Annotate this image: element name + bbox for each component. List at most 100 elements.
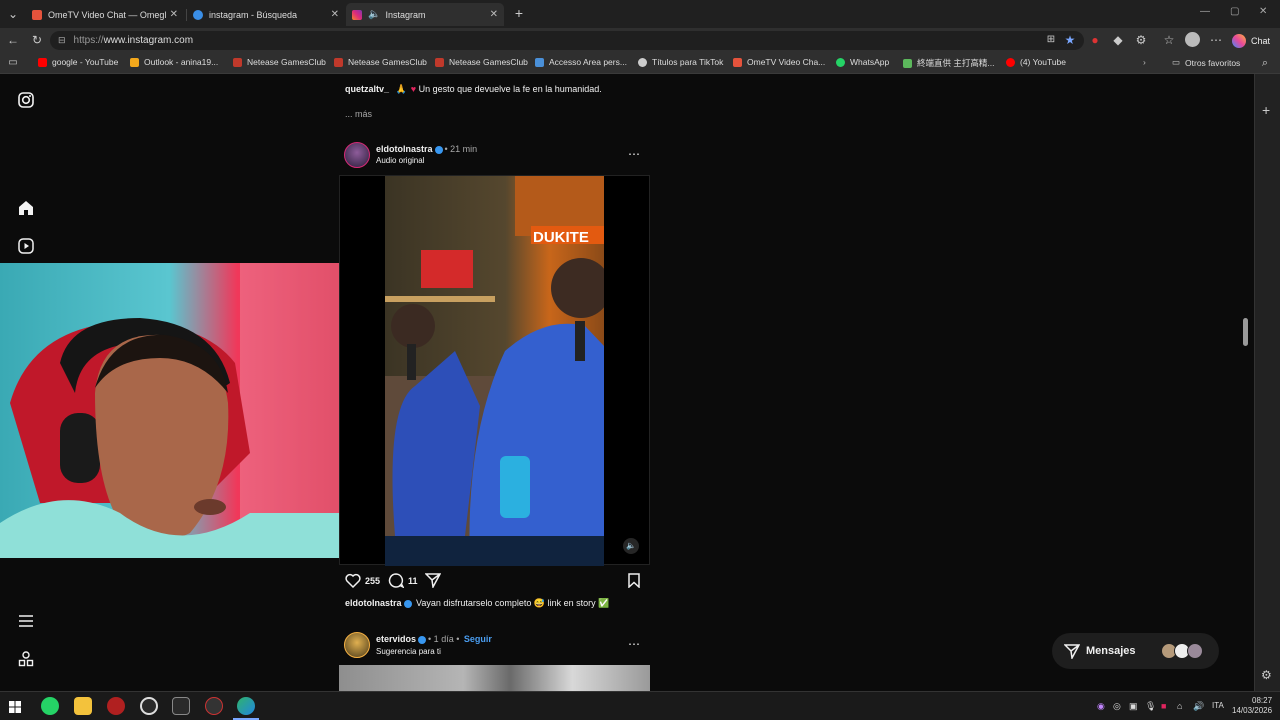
bookmark-whatsapp[interactable]: WhatsApp <box>836 57 889 67</box>
post-options-icon[interactable]: ⋯ <box>628 147 640 161</box>
favorite-star-icon[interactable]: ★ <box>1063 33 1077 47</box>
add-sidebar-app-icon[interactable]: + <box>1262 102 1270 118</box>
post-caption: eldotolnastra Vayan disfrutarselo comple… <box>345 598 609 609</box>
apps-icon[interactable]: ⊞ <box>1044 33 1058 47</box>
windows-start-icon[interactable] <box>9 701 21 713</box>
tab-instagram-search[interactable]: instagram - Búsqueda ✕ <box>187 3 345 26</box>
reels-icon[interactable] <box>18 238 34 254</box>
volume-icon[interactable]: 🔊 <box>1193 701 1204 712</box>
extension-icon[interactable]: ◆ <box>1111 33 1125 47</box>
profile-avatar-icon[interactable] <box>1185 32 1200 47</box>
share-send-icon[interactable] <box>425 573 441 588</box>
menu-icon[interactable] <box>18 614 34 628</box>
mute-toggle-icon[interactable]: 🔈 <box>623 538 639 554</box>
messages-button[interactable]: Mensajes <box>1052 633 1219 669</box>
capcut-icon[interactable] <box>172 697 190 715</box>
bookmark-chinese-site[interactable]: 終端直供 主打高精... <box>903 57 994 69</box>
avatar <box>1187 643 1203 659</box>
close-tab-icon[interactable]: ✕ <box>490 9 498 20</box>
avatar[interactable] <box>344 142 370 168</box>
scrollbar-thumb[interactable] <box>1243 318 1248 346</box>
like-count[interactable]: 255 <box>365 576 380 586</box>
tab-list-chevron-icon[interactable]: ⌄ <box>6 7 20 21</box>
post-username[interactable]: eldotolnastra <box>376 144 433 154</box>
edge-browser-icon[interactable] <box>237 697 255 715</box>
pray-emoji-icon: 🙏 <box>395 84 407 94</box>
comment-icon[interactable] <box>388 573 404 588</box>
bookmark-label: Títulos para TikTok <box>652 57 724 67</box>
tab-ometv[interactable]: OmeTV Video Chat — Omegle Ra ✕ <box>26 3 184 26</box>
comment-count[interactable]: 11 <box>408 576 418 586</box>
bookmark-google-youtube[interactable]: google - YouTube <box>38 57 118 67</box>
collections-icon[interactable]: ▭ <box>6 56 20 70</box>
system-clock[interactable]: 08:27 14/03/2026 <box>1232 696 1272 716</box>
network-icon[interactable]: ⌂ <box>1177 701 1182 711</box>
more-menu-icon[interactable]: ⋯ <box>1209 33 1223 47</box>
bookmarks-overflow-chevron-icon[interactable]: › <box>1143 57 1146 67</box>
bookmark-outlook[interactable]: Outlook - anina19... <box>130 57 218 67</box>
favorites-collection-icon[interactable]: ☆ <box>1162 33 1176 47</box>
whatsapp-icon[interactable] <box>41 697 59 715</box>
next-username[interactable]: etervidos <box>376 634 416 644</box>
search-icon[interactable]: ⌕ <box>1258 56 1272 70</box>
extensions-puzzle-icon[interactable]: ⚙ <box>1134 33 1148 47</box>
minimize-icon[interactable]: — <box>1200 6 1210 17</box>
close-tab-icon[interactable]: ✕ <box>331 9 339 20</box>
bookmark-netease-2[interactable]: Netease GamesClub <box>334 57 427 67</box>
close-window-icon[interactable]: ✕ <box>1259 6 1267 17</box>
instagram-logo-icon[interactable] <box>18 92 34 108</box>
post-options-icon[interactable]: ⋯ <box>628 637 640 651</box>
url-protocol: https:// <box>73 35 104 46</box>
copilot-chat-button[interactable]: Chat <box>1232 31 1270 50</box>
windows-icon <box>130 57 139 67</box>
audio-label[interactable]: Audio original <box>376 156 424 165</box>
obs-icon[interactable] <box>140 697 158 715</box>
verified-badge-icon <box>403 599 412 608</box>
like-heart-icon[interactable] <box>345 573 361 588</box>
new-tab-icon[interactable]: + <box>512 6 526 20</box>
audio-playing-icon[interactable]: 🔈 <box>368 9 380 20</box>
post-author: eldotolnastra • 21 min <box>376 144 477 154</box>
caption-username[interactable]: eldotolnastra <box>345 598 402 608</box>
tab-instagram[interactable]: 🔈 Instagram ✕ <box>346 3 504 26</box>
refresh-icon[interactable]: ↻ <box>30 33 44 47</box>
follow-button[interactable]: Seguir <box>464 634 492 644</box>
post-video[interactable]: DUKITE 🔈 <box>339 175 650 566</box>
bookmark-youtube[interactable]: (4) YouTube <box>1006 57 1066 67</box>
bookmark-accesso[interactable]: Accesso Area pers... <box>535 57 627 67</box>
bookmark-netease-3[interactable]: Netease GamesClub <box>435 57 528 67</box>
tray-app-icon[interactable]: ■ <box>1161 701 1166 711</box>
page-scrollbar[interactable] <box>1240 74 1250 691</box>
tray-app-icon[interactable]: ▣ <box>1129 701 1138 712</box>
close-tab-icon[interactable]: ✕ <box>170 9 178 20</box>
extension-icon[interactable]: ● <box>1088 33 1102 47</box>
bookmark-ometv[interactable]: OmeTV Video Cha... <box>733 57 825 67</box>
tray-app-icon[interactable]: ◉ <box>1097 701 1105 712</box>
ometv-favicon-icon <box>32 9 42 20</box>
other-favorites[interactable]: ▭ Otros favoritos <box>1172 57 1240 68</box>
save-bookmark-icon[interactable] <box>627 573 641 588</box>
microphone-icon[interactable]: 🎙 <box>1145 701 1156 712</box>
red-app-icon[interactable] <box>107 697 125 715</box>
bookmark-tiktok-titles[interactable]: Títulos para TikTok <box>638 57 723 67</box>
bookmark-label: Netease GamesClub <box>348 57 427 67</box>
prev-caption-username[interactable]: quetzaltv_ <box>345 84 389 94</box>
file-explorer-icon[interactable] <box>74 697 92 715</box>
more-apps-icon[interactable] <box>18 651 34 667</box>
avatar[interactable] <box>344 632 370 658</box>
maximize-icon[interactable]: ▢ <box>1230 6 1239 17</box>
bookmark-netease-1[interactable]: Netease GamesClub <box>233 57 326 67</box>
language-indicator[interactable]: ITA <box>1212 701 1224 710</box>
site-info-icon[interactable]: ⊟ <box>58 35 66 46</box>
back-arrow-icon[interactable]: ← <box>6 33 20 47</box>
app-icon[interactable] <box>205 697 223 715</box>
page-icon <box>903 58 912 68</box>
bookmark-label: Outlook - anina19... <box>144 57 219 67</box>
next-post-media[interactable] <box>339 665 650 691</box>
tray-app-icon[interactable]: ◎ <box>1113 701 1121 712</box>
address-bar[interactable]: ⊟ https:// www.instagram.com <box>50 31 1084 50</box>
settings-gear-icon[interactable]: ⚙ <box>1261 668 1272 682</box>
home-icon[interactable] <box>18 200 34 216</box>
more-link[interactable]: ... más <box>345 109 372 119</box>
bookmark-label: Netease GamesClub <box>449 57 528 67</box>
